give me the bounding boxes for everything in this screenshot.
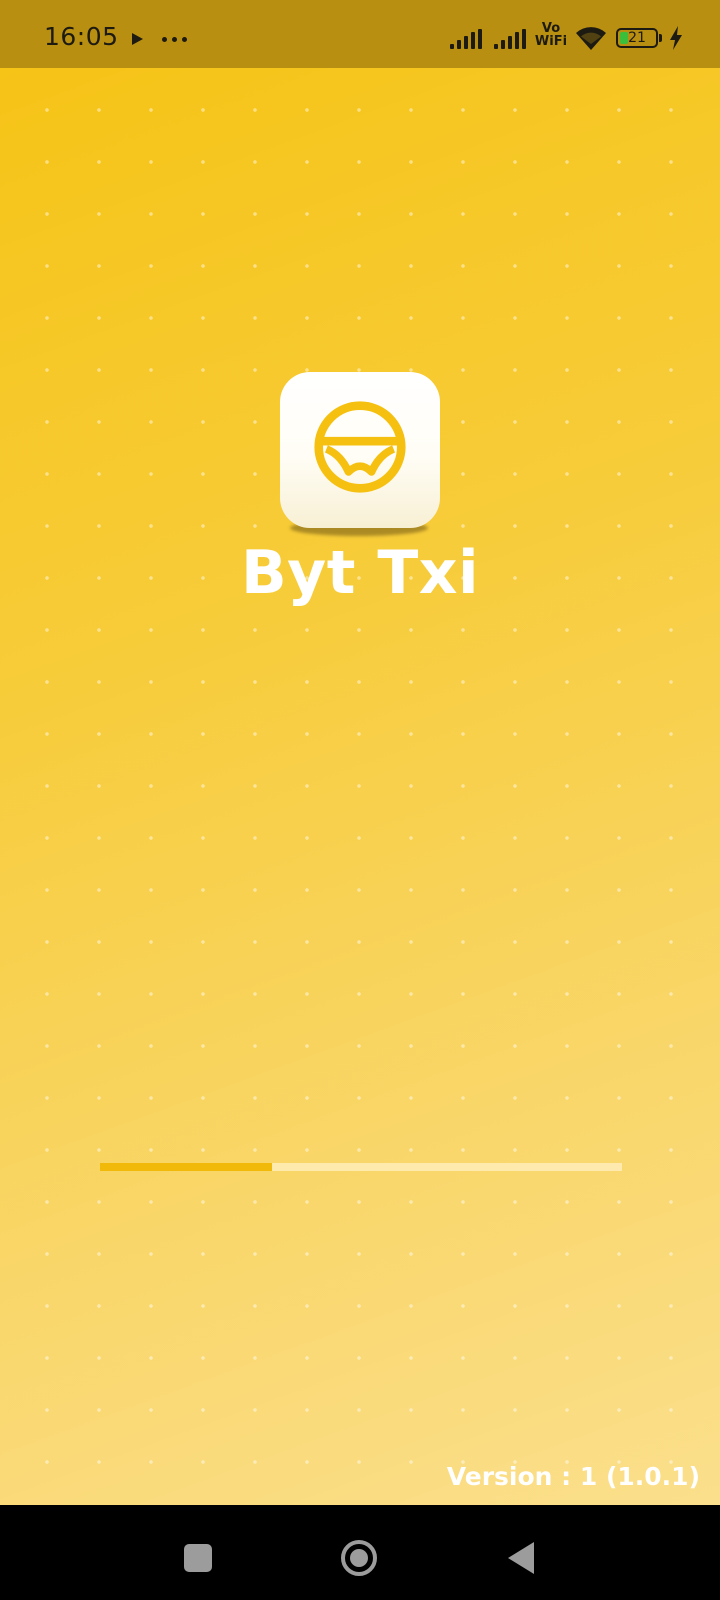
media-play-icon: [132, 33, 143, 45]
charging-icon: [670, 26, 682, 50]
vowifi-label-bottom: WiFi: [534, 34, 568, 49]
navigation-bar: [0, 1505, 720, 1600]
recents-button[interactable]: [184, 1544, 212, 1572]
status-time: 16:05: [44, 22, 119, 51]
vowifi-icon: Vo WiFi: [534, 22, 568, 48]
signal-icon: [450, 29, 484, 49]
back-button[interactable]: [508, 1542, 534, 1574]
splash-screen: 16:05 Vo WiFi 21 Byt Txi Version: 1 (1.…: [0, 0, 720, 1505]
more-notifications-icon: [162, 37, 188, 42]
status-bar: 16:05 Vo WiFi 21: [0, 0, 720, 68]
version-label: Version : 1 (1.0.1): [446, 1462, 700, 1491]
loading-progress-fill: [100, 1163, 273, 1171]
battery-tip: [659, 34, 662, 42]
dot-pattern-background: [0, 68, 720, 1505]
steering-wheel-icon: [314, 401, 406, 493]
loading-progress-bar: [100, 1163, 622, 1171]
app-name: Byt Txi: [240, 538, 480, 608]
home-button[interactable]: [340, 1539, 378, 1577]
app-logo: [280, 372, 440, 528]
signal-icon: [494, 29, 528, 49]
battery-icon: 21: [616, 28, 658, 48]
wifi-icon: [576, 27, 606, 50]
battery-level: 21: [628, 30, 646, 46]
